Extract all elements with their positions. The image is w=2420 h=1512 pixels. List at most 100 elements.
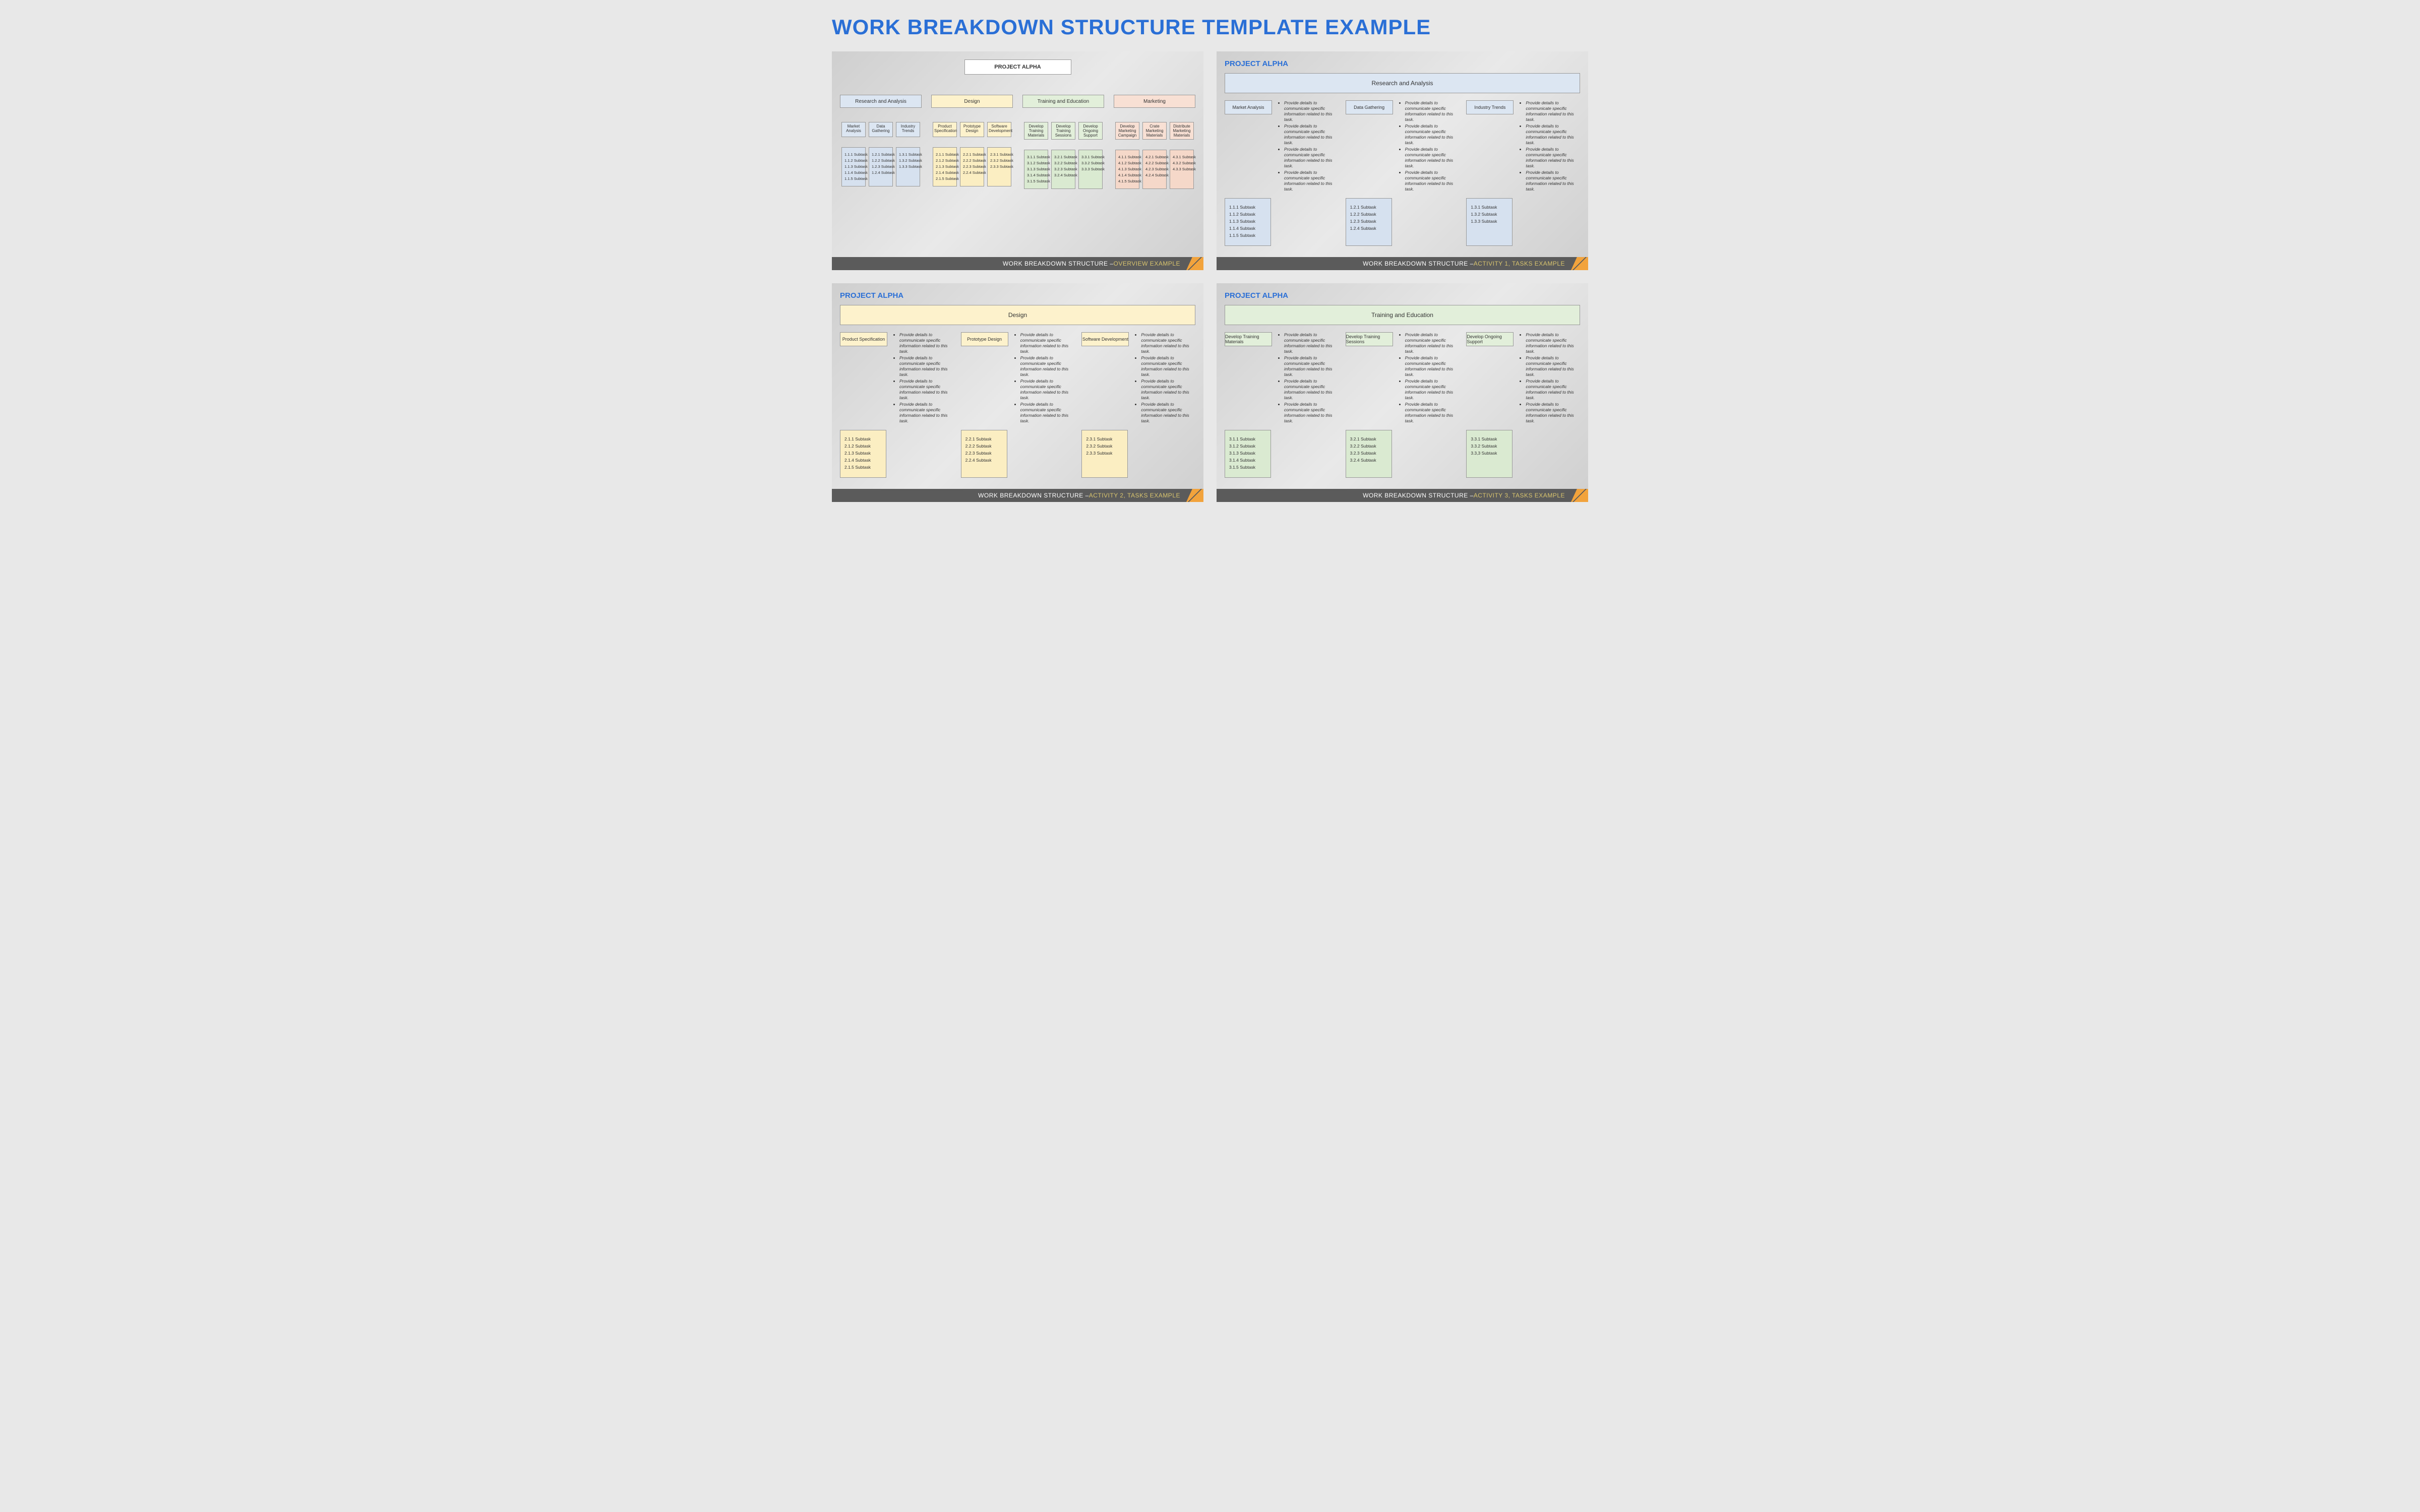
panel-title: PROJECT ALPHA bbox=[840, 291, 1195, 300]
subtask-item: 3.1.2 Subtask bbox=[1027, 160, 1045, 166]
subtask-item: 2.3.2 Subtask bbox=[1086, 443, 1123, 450]
subtask-item: 3.3.2 Subtask bbox=[1081, 160, 1100, 166]
subtask-item: 1.1.5 Subtask bbox=[1229, 232, 1266, 239]
subtask-item: 1.2.3 Subtask bbox=[872, 164, 890, 170]
bullet-item: Provide details to communicate specific … bbox=[1020, 379, 1075, 401]
detail-col: Develop Ongoing SupportProvide details t… bbox=[1466, 332, 1580, 478]
subtask-item: 2.1.4 Subtask bbox=[936, 170, 954, 176]
subtask-item: 1.1.3 Subtask bbox=[844, 164, 863, 170]
subtask-item: 3.3.1 Subtask bbox=[1081, 154, 1100, 160]
subtask-item: 2.1.1 Subtask bbox=[936, 152, 954, 158]
detail-row: Market AnalysisProvide details to commun… bbox=[1225, 100, 1580, 246]
subtask-item: 3.2.2 Subtask bbox=[1054, 160, 1072, 166]
task-name-box: Industry Trends bbox=[1466, 100, 1514, 114]
activity-box: Develop Training Materials bbox=[1024, 122, 1048, 140]
subtask-item: 4.3.2 Subtask bbox=[1173, 160, 1191, 166]
subtask-item: 2.1.3 Subtask bbox=[844, 450, 882, 457]
category-group: MarketingDevelop Marketing CampaignCrate… bbox=[1114, 95, 1195, 189]
subtask-item: 1.3.1 Subtask bbox=[899, 152, 917, 158]
subtask-row: 1.1.1 Subtask1.1.2 Subtask1.1.3 Subtask1… bbox=[841, 147, 920, 186]
detail-col: Product SpecificationProvide details to … bbox=[840, 332, 954, 478]
footer-left: WORK BREAKDOWN STRUCTURE – bbox=[1363, 260, 1474, 267]
subtask-item: 3.2.3 Subtask bbox=[1350, 450, 1387, 457]
bullet-item: Provide details to communicate specific … bbox=[1405, 402, 1460, 424]
bullet-item: Provide details to communicate specific … bbox=[1141, 402, 1195, 424]
subtask-list-box: 1.3.1 Subtask1.3.2 Subtask1.3.3 Subtask bbox=[1466, 198, 1512, 246]
activity-box: Develop Training Sessions bbox=[1051, 122, 1075, 140]
subtask-box: 4.3.1 Subtask4.3.2 Subtask4.3.3 Subtask bbox=[1170, 150, 1194, 189]
subtask-item: 2.1.2 Subtask bbox=[844, 443, 882, 450]
subtask-item: 3.1.5 Subtask bbox=[1229, 464, 1266, 471]
task-name-box: Develop Training Sessions bbox=[1346, 332, 1393, 346]
bullet-item: Provide details to communicate specific … bbox=[1405, 379, 1460, 401]
subtask-list-box: 1.1.1 Subtask1.1.2 Subtask1.1.3 Subtask1… bbox=[1225, 198, 1271, 246]
detail-pair: Industry Trends Provide details to commun… bbox=[1466, 100, 1580, 193]
subtask-item: 1.1.4 Subtask bbox=[1229, 225, 1266, 232]
activity-box: Market Analysis bbox=[841, 122, 866, 137]
bullet-item: Provide details to communicate specific … bbox=[1284, 170, 1339, 192]
footer-left: WORK BREAKDOWN STRUCTURE – bbox=[978, 492, 1089, 499]
task-name-box: Data Gathering bbox=[1346, 100, 1393, 114]
panel-footer: WORK BREAKDOWN STRUCTURE – OVERVIEW EXAM… bbox=[832, 257, 1203, 270]
bullet-item: Provide details to communicate specific … bbox=[1405, 332, 1460, 354]
footer-left: WORK BREAKDOWN STRUCTURE – bbox=[1363, 492, 1474, 499]
subtask-item: 4.2.4 Subtask bbox=[1145, 172, 1164, 178]
subtask-item: 2.2.2 Subtask bbox=[965, 443, 1003, 450]
bullet-item: Provide details to communicate specific … bbox=[1284, 100, 1339, 122]
subtask-item: 3.2.3 Subtask bbox=[1054, 166, 1072, 172]
subtask-list-box: 2.3.1 Subtask2.3.2 Subtask2.3.3 Subtask bbox=[1081, 430, 1128, 478]
panel-footer: WORK BREAKDOWN STRUCTURE – ACTIVITY 1, T… bbox=[1217, 257, 1588, 270]
subtask-item: 4.1.3 Subtask bbox=[1118, 166, 1136, 172]
subtask-item: 1.1.2 Subtask bbox=[1229, 211, 1266, 218]
activity-box: Distribute Marketing Materials bbox=[1170, 122, 1194, 140]
panel-title: PROJECT ALPHA bbox=[1225, 59, 1580, 68]
subtask-item: 4.2.3 Subtask bbox=[1145, 166, 1164, 172]
bullet-item: Provide details to communicate specific … bbox=[1020, 402, 1075, 424]
subtask-item: 4.1.5 Subtask bbox=[1118, 178, 1136, 184]
bullet-item: Provide details to communicate specific … bbox=[1526, 123, 1580, 146]
bullet-item: Provide details to communicate specific … bbox=[1284, 402, 1339, 424]
subtask-item: 1.3.3 Subtask bbox=[1471, 218, 1508, 225]
subtask-item: 4.1.2 Subtask bbox=[1118, 160, 1136, 166]
subtask-item: 1.2.3 Subtask bbox=[1350, 218, 1387, 225]
task-name-box: Product Specification bbox=[840, 332, 887, 346]
activity-box: Develop Ongoing Support bbox=[1078, 122, 1103, 140]
panel-footer: WORK BREAKDOWN STRUCTURE – ACTIVITY 2, T… bbox=[832, 489, 1203, 502]
subtask-item: 2.3.1 Subtask bbox=[1086, 435, 1123, 443]
bullet-item: Provide details to communicate specific … bbox=[1526, 147, 1580, 169]
activity-box: Software Development bbox=[987, 122, 1011, 137]
panel-activity-3: PROJECT ALPHA Training and EducationDeve… bbox=[1217, 283, 1588, 502]
detail-pair: Develop Training Sessions Provide details… bbox=[1346, 332, 1460, 425]
subtask-box: 4.1.1 Subtask4.1.2 Subtask4.1.3 Subtask4… bbox=[1115, 150, 1139, 189]
category-row: Research and AnalysisMarket AnalysisData… bbox=[840, 95, 1195, 189]
subtask-item: 2.2.1 Subtask bbox=[963, 152, 981, 158]
bullet-item: Provide details to communicate specific … bbox=[1526, 332, 1580, 354]
bullet-item: Provide details to communicate specific … bbox=[1141, 355, 1195, 377]
footer-right: ACTIVITY 1, TASKS EXAMPLE bbox=[1474, 260, 1565, 267]
subtask-box: 3.1.1 Subtask3.1.2 Subtask3.1.3 Subtask3… bbox=[1024, 150, 1048, 189]
bullet-item: Provide details to communicate specific … bbox=[1284, 147, 1339, 169]
detail-col: Develop Training Sessions Provide details… bbox=[1346, 332, 1460, 478]
detail-col: Prototype DesignProvide details to commu… bbox=[961, 332, 1075, 478]
activity-box: Product Specification bbox=[933, 122, 957, 137]
subtask-item: 3.2.1 Subtask bbox=[1350, 435, 1387, 443]
subtask-item: 4.3.3 Subtask bbox=[1173, 166, 1191, 172]
task-bullets: Provide details to communicate specific … bbox=[1519, 100, 1580, 193]
bullet-item: Provide details to communicate specific … bbox=[1284, 123, 1339, 146]
detail-col: Data Gathering Provide details to communi… bbox=[1346, 100, 1460, 246]
panel-title: PROJECT ALPHA bbox=[1225, 291, 1580, 300]
activity-header: Research and Analysis bbox=[1225, 73, 1580, 93]
subtask-item: 3.1.3 Subtask bbox=[1229, 450, 1266, 457]
bullet-item: Provide details to communicate specific … bbox=[1405, 170, 1460, 192]
task-bullets: Provide details to communicate specific … bbox=[1134, 332, 1195, 425]
subtask-item: 4.1.4 Subtask bbox=[1118, 172, 1136, 178]
subtask-box: 2.3.1 Subtask2.3.2 Subtask2.3.3 Subtask bbox=[987, 147, 1011, 186]
subtask-item: 2.3.3 Subtask bbox=[1086, 450, 1123, 457]
activity-box: Industry Trends bbox=[896, 122, 920, 137]
subtask-box: 2.2.1 Subtask2.2.2 Subtask2.2.3 Subtask2… bbox=[960, 147, 984, 186]
footer-right: OVERVIEW EXAMPLE bbox=[1114, 260, 1180, 267]
subtask-item: 1.3.2 Subtask bbox=[1471, 211, 1508, 218]
panel-grid: PROJECT ALPHAResearch and AnalysisMarket… bbox=[832, 51, 1588, 502]
subtask-item: 3.1.5 Subtask bbox=[1027, 178, 1045, 184]
panel-activity-1: PROJECT ALPHA Research and Analysis Marke… bbox=[1217, 51, 1588, 270]
